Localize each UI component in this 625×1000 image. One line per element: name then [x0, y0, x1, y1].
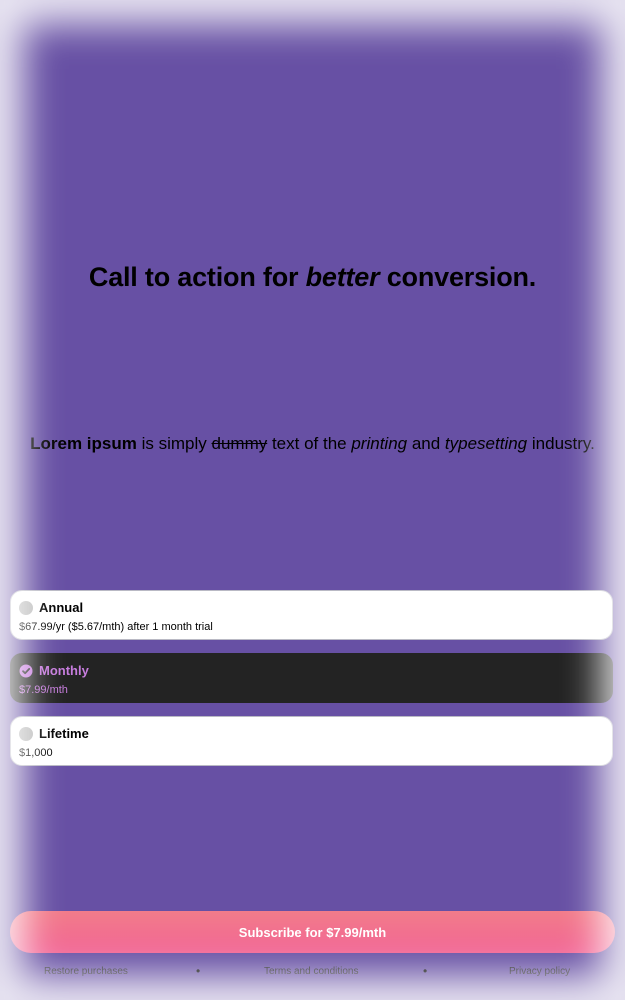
headline-text-end: conversion. — [379, 262, 537, 292]
paywall-screen: Call to action for better conversion. Lo… — [0, 0, 625, 1000]
subheadline: Lorem ipsum is simply dummy text of the … — [0, 434, 625, 454]
subheadline-text-3: and — [407, 434, 445, 453]
plan-option-lifetime[interactable]: Lifetime $1,000 — [10, 716, 613, 766]
privacy-policy-link[interactable]: Privacy policy — [509, 966, 570, 977]
plan-name: Monthly — [39, 663, 89, 678]
plan-name: Lifetime — [39, 726, 89, 741]
separator-dot: • — [423, 964, 428, 978]
subheadline-text-2: text of the — [267, 434, 352, 453]
subheadline-text-4: industry. — [527, 434, 595, 453]
subheadline-bold: Lorem ipsum — [30, 434, 137, 453]
restore-purchases-link[interactable]: Restore purchases — [44, 966, 128, 977]
plan-price: $67.99/yr ($5.67/mth) after 1 month tria… — [19, 621, 213, 633]
radio-unselected-icon — [19, 726, 33, 741]
plan-option-annual[interactable]: Annual $67.99/yr ($5.67/mth) after 1 mon… — [10, 590, 613, 640]
plan-header: Monthly — [19, 663, 89, 678]
headline: Call to action for better conversion. — [0, 262, 625, 293]
footer-links: Restore purchases • Terms and conditions… — [0, 964, 625, 980]
subheadline-text-1: is simply — [136, 434, 212, 453]
subheadline-italic-2: typesetting — [444, 434, 528, 453]
subscribe-button[interactable]: Subscribe for $7.99/mth — [10, 911, 615, 953]
plan-header: Annual — [19, 600, 83, 615]
subheadline-strikethrough: dummy — [211, 434, 268, 453]
check-circle-icon — [19, 664, 33, 677]
plan-price: $1,000 — [19, 747, 53, 759]
radio-unselected-icon — [19, 600, 33, 615]
headline-text-start: Call to action for — [88, 262, 306, 292]
terms-link[interactable]: Terms and conditions — [264, 966, 359, 977]
separator-dot: • — [196, 964, 201, 978]
headline-emphasis: better — [305, 262, 380, 292]
plan-name: Annual — [39, 600, 84, 615]
plan-price: $7.99/mth — [19, 684, 68, 696]
subheadline-italic-1: printing — [351, 434, 408, 453]
plan-option-monthly[interactable]: Monthly $7.99/mth — [10, 653, 613, 703]
plan-header: Lifetime — [19, 726, 89, 741]
edge-vignette — [0, 0, 625, 1000]
